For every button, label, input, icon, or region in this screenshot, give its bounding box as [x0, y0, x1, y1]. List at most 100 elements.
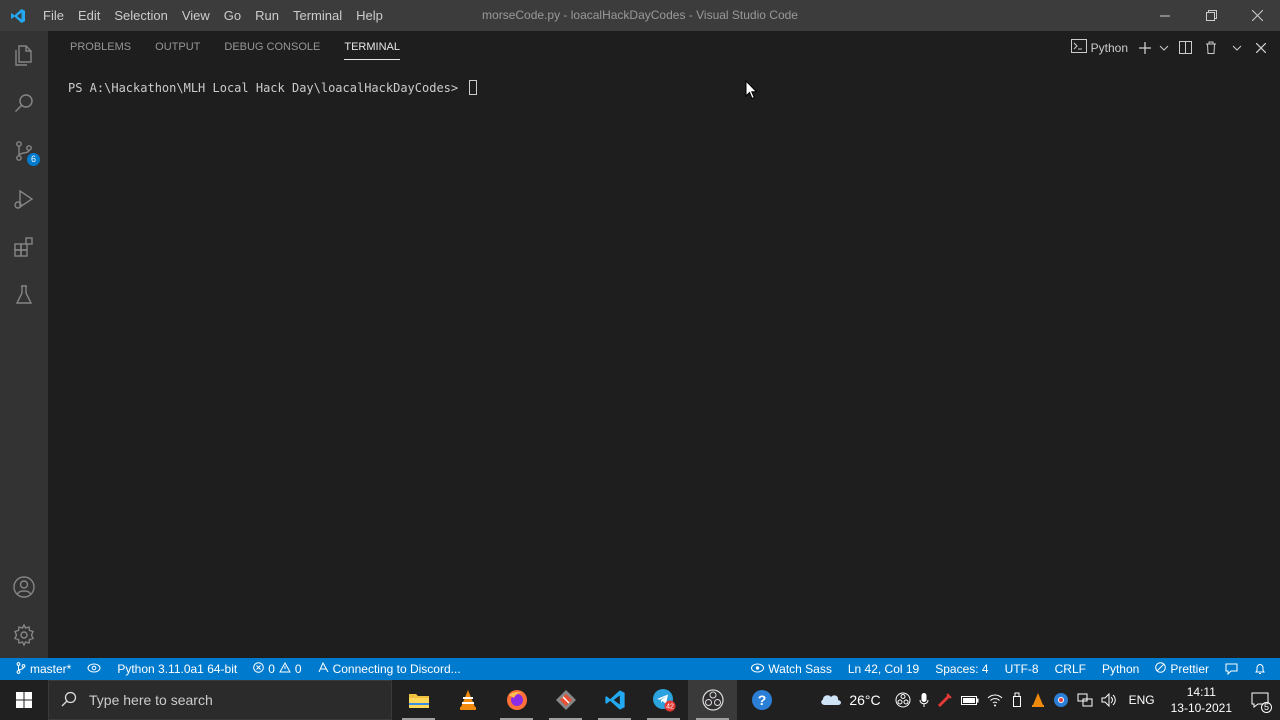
- status-bar: master* Python 3.11.0a1 64-bit 0 0 Conne…: [0, 658, 1280, 680]
- menu-run[interactable]: Run: [248, 0, 286, 31]
- sync-icon: [87, 662, 101, 677]
- accounts-icon[interactable]: [0, 563, 48, 611]
- indentation[interactable]: Spaces: 4: [927, 658, 996, 680]
- menu-file[interactable]: File: [36, 0, 71, 31]
- git-branch-icon: [16, 661, 26, 677]
- terminal-name: Python: [1090, 40, 1128, 55]
- error-count: 0: [268, 662, 275, 676]
- weather-widget[interactable]: 26°C: [815, 680, 890, 720]
- notifications-bell-icon[interactable]: [1246, 658, 1274, 680]
- terminal-prompt: PS A:\Hackathon\MLH Local Hack Day\loaca…: [68, 81, 466, 95]
- menu-bar: File Edit Selection View Go Run Terminal…: [36, 0, 390, 31]
- split-terminal-icon[interactable]: [1174, 37, 1196, 59]
- close-window-icon[interactable]: [1234, 0, 1280, 31]
- tab-debug-console[interactable]: DEBUG CONSOLE: [216, 31, 328, 64]
- end-of-line[interactable]: CRLF: [1047, 658, 1094, 680]
- file-encoding[interactable]: UTF-8: [997, 658, 1047, 680]
- terminal-icon: [1070, 39, 1087, 56]
- terminal-panel: PROBLEMS OUTPUT DEBUG CONSOLE TERMINAL P…: [48, 31, 1280, 658]
- testing-flask-icon[interactable]: [0, 271, 48, 319]
- search-icon[interactable]: [0, 79, 48, 127]
- tab-output[interactable]: OUTPUT: [147, 31, 208, 64]
- taskbar-search-icon: [61, 691, 77, 710]
- mouse-pointer-icon: [745, 79, 759, 105]
- watch-sass-button[interactable]: Watch Sass: [743, 658, 840, 680]
- cloud-icon: [819, 692, 843, 709]
- wifi-icon[interactable]: [983, 680, 1007, 720]
- extensions-icon[interactable]: [0, 223, 48, 271]
- file-explorer-icon[interactable]: [394, 680, 443, 720]
- help-icon[interactable]: ?: [737, 680, 786, 720]
- restore-icon[interactable]: [1188, 0, 1234, 31]
- settings-gear-icon[interactable]: [0, 611, 48, 659]
- source-control-icon[interactable]: 6: [0, 127, 48, 175]
- warning-icon: [279, 661, 291, 676]
- clock[interactable]: 14:11 13-10-2021: [1163, 684, 1240, 716]
- firefox-icon[interactable]: [492, 680, 541, 720]
- menu-edit[interactable]: Edit: [71, 0, 107, 31]
- vscode-taskbar-icon[interactable]: [590, 680, 639, 720]
- svg-text:?: ?: [757, 692, 766, 708]
- obs-studio-icon[interactable]: [688, 680, 737, 720]
- system-tray: 26°C ENG 14:11 13-10-2021 5: [815, 680, 1280, 720]
- telegram-icon[interactable]: 42: [639, 680, 688, 720]
- vscode-logo-icon: [0, 0, 36, 31]
- terminal-cursor: [469, 80, 478, 95]
- tab-problems[interactable]: PROBLEMS: [62, 31, 139, 64]
- problems-summary[interactable]: 0 0: [245, 658, 309, 680]
- menu-go[interactable]: Go: [217, 0, 248, 31]
- close-panel-icon[interactable]: [1252, 37, 1270, 59]
- vlc-icon[interactable]: [443, 680, 492, 720]
- panel-tabs: PROBLEMS OUTPUT DEBUG CONSOLE TERMINAL: [62, 31, 416, 64]
- discord-status[interactable]: Connecting to Discord...: [310, 658, 469, 680]
- new-terminal-plus-icon[interactable]: [1136, 37, 1154, 59]
- prettier-label: Prettier: [1170, 662, 1209, 676]
- usb-device-icon[interactable]: [1007, 680, 1027, 720]
- python-interpreter[interactable]: Python 3.11.0a1 64-bit: [109, 658, 245, 680]
- maximize-panel-chevron-icon[interactable]: [1226, 37, 1248, 59]
- feedback-icon[interactable]: [1217, 658, 1246, 680]
- chrome-tray-icon[interactable]: [1049, 680, 1073, 720]
- tab-terminal[interactable]: TERMINAL: [336, 31, 408, 64]
- branch-name: master*: [30, 662, 72, 676]
- menu-selection[interactable]: Selection: [107, 0, 174, 31]
- title-bar: File Edit Selection View Go Run Terminal…: [0, 0, 1280, 31]
- chevron-down-icon[interactable]: [1158, 37, 1170, 59]
- warning-count: 0: [294, 662, 302, 676]
- terminal-selector[interactable]: Python: [1067, 37, 1132, 59]
- obs-tray-icon[interactable]: [891, 680, 915, 720]
- antivirus-tray-icon[interactable]: [933, 680, 957, 720]
- git-gui-icon[interactable]: [541, 680, 590, 720]
- menu-help[interactable]: Help: [349, 0, 390, 31]
- clock-date: 13-10-2021: [1170, 701, 1232, 715]
- explorer-icon[interactable]: [0, 31, 48, 79]
- minimize-icon[interactable]: [1142, 0, 1188, 31]
- source-control-badge: 6: [27, 153, 40, 166]
- error-icon: [253, 662, 265, 676]
- menu-terminal[interactable]: Terminal: [286, 0, 349, 31]
- telegram-badge: 42: [666, 704, 674, 711]
- discord-presence-icon: [318, 661, 329, 676]
- windows-start-icon[interactable]: [0, 680, 48, 720]
- prettier-button[interactable]: Prettier: [1147, 658, 1217, 680]
- vlc-tray-icon[interactable]: [1027, 680, 1049, 720]
- window-controls: [1142, 0, 1280, 31]
- network-tray-icon[interactable]: [1073, 680, 1097, 720]
- taskbar-search-box[interactable]: Type here to search: [48, 680, 392, 720]
- volume-icon[interactable]: [1097, 680, 1121, 720]
- terminal-output[interactable]: PS A:\Hackathon\MLH Local Hack Day\loaca…: [68, 80, 478, 96]
- notification-count: 5: [1261, 702, 1272, 713]
- microphone-icon[interactable]: [915, 680, 933, 720]
- language-mode[interactable]: Python: [1094, 658, 1147, 680]
- trash-icon[interactable]: [1200, 37, 1222, 59]
- cursor-position[interactable]: Ln 42, Col 19: [840, 658, 927, 680]
- action-center-icon[interactable]: 5: [1240, 680, 1280, 720]
- menu-view[interactable]: View: [175, 0, 217, 31]
- eye-icon: [751, 662, 765, 676]
- watch-sass-label: Watch Sass: [768, 662, 832, 676]
- battery-icon[interactable]: [957, 680, 983, 720]
- run-debug-icon[interactable]: [0, 175, 48, 223]
- git-branch[interactable]: master*: [8, 658, 79, 680]
- sync-button[interactable]: [79, 658, 109, 680]
- input-language[interactable]: ENG: [1121, 680, 1163, 720]
